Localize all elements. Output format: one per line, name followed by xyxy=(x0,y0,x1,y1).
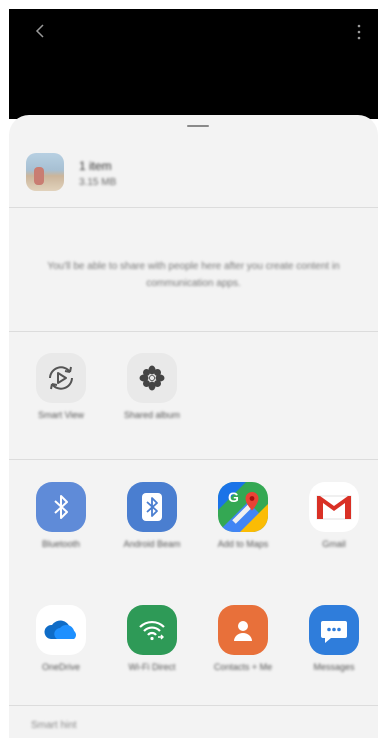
app-label: Wi-Fi Direct xyxy=(128,662,176,672)
wifi-direct-icon xyxy=(127,605,177,655)
app-top-bar xyxy=(9,9,378,119)
more-vertical-icon[interactable] xyxy=(356,23,362,41)
app-label: OneDrive xyxy=(41,662,80,672)
app-label: Shared album xyxy=(123,410,181,420)
bluetooth-share-button[interactable]: Bluetooth xyxy=(18,482,104,550)
file-thumbnail xyxy=(26,153,64,191)
shared-file-row: 1 item 3.15 MB xyxy=(9,145,378,205)
divider xyxy=(9,459,378,460)
contacts-share-button[interactable]: Contacts + Me xyxy=(200,605,286,673)
android-beam-icon xyxy=(127,482,177,532)
messages-share-button[interactable]: Messages xyxy=(291,605,377,673)
svg-text:G: G xyxy=(228,489,239,505)
onedrive-share-button[interactable]: OneDrive xyxy=(18,605,104,673)
app-label: Messages xyxy=(313,662,355,672)
smart-view-button[interactable]: Smart View xyxy=(18,353,104,421)
app-label: Bluetooth xyxy=(41,539,81,549)
app-label: Contacts + Me xyxy=(213,662,273,672)
divider xyxy=(9,207,378,208)
app-label: Smart View xyxy=(38,410,84,420)
app-label: Android Beam xyxy=(123,539,181,549)
drag-handle[interactable] xyxy=(187,125,209,127)
shared-album-button[interactable]: Shared album xyxy=(109,353,195,421)
file-size: 3.15 MB xyxy=(79,177,117,188)
gmail-share-button[interactable]: Gmail xyxy=(291,482,377,550)
add-to-maps-share-button[interactable]: G Add to Maps xyxy=(200,482,286,550)
smart-view-icon xyxy=(36,353,86,403)
divider xyxy=(9,705,378,706)
gmail-icon xyxy=(309,482,359,532)
shared-album-icon xyxy=(127,353,177,403)
direct-share-notice: You'll be able to share with people here… xyxy=(47,261,340,289)
android-beam-share-button[interactable]: Android Beam xyxy=(109,482,195,550)
file-name: 1 item xyxy=(79,159,112,173)
contacts-icon xyxy=(218,605,268,655)
share-sheet: 1 item 3.15 MB You'll be able to share w… xyxy=(9,115,378,738)
messages-icon xyxy=(309,605,359,655)
onedrive-icon xyxy=(36,605,86,655)
divider xyxy=(9,331,378,332)
app-label: Add to Maps xyxy=(217,539,269,549)
section-label: Smart hint xyxy=(31,720,77,731)
chevron-left-icon[interactable] xyxy=(33,23,49,39)
wifi-direct-share-button[interactable]: Wi-Fi Direct xyxy=(109,605,195,673)
bluetooth-icon xyxy=(36,482,86,532)
app-label: Gmail xyxy=(322,539,346,549)
google-maps-icon: G xyxy=(218,482,268,532)
